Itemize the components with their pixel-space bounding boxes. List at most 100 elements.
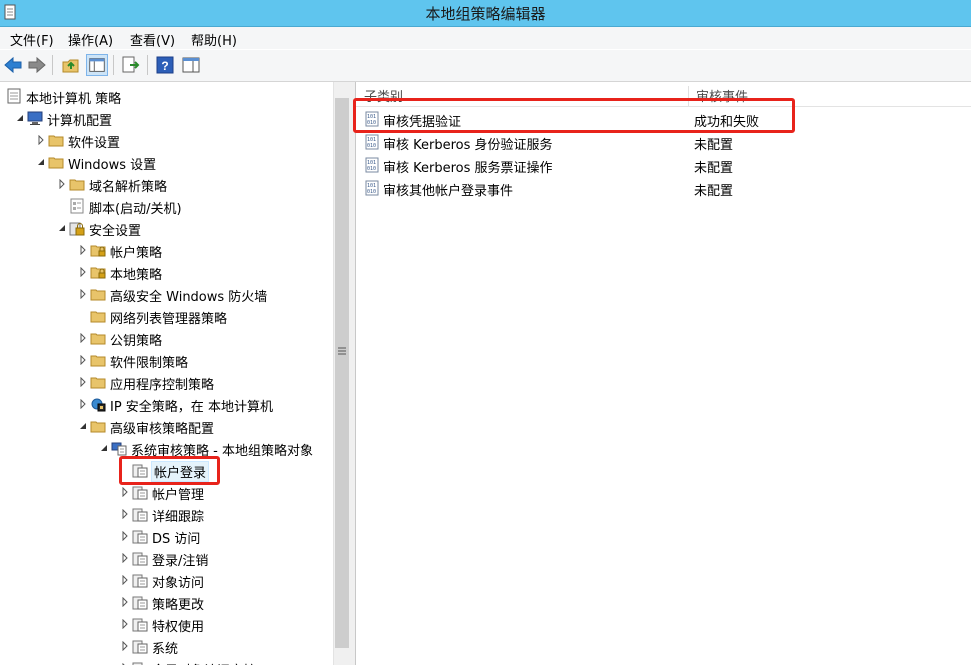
list-item[interactable]: 101 010 审核 Kerberos 身份验证服务 未配置 [356,131,971,153]
up-folder-icon[interactable] [60,54,82,76]
folder-icon [48,157,64,169]
tree-item[interactable]: 帐户管理 [0,481,333,503]
forward-icon[interactable] [26,54,48,76]
tree-expand-arrow-icon[interactable] [79,355,87,365]
tree-expand-arrow-icon[interactable] [121,531,129,541]
tree-item-label: 软件限制策略 [110,356,189,371]
tree-item-label: 系统审核策略 - 本地组策略对象 [131,444,313,459]
list-item-audit-value: 未配置 [694,161,734,176]
tree-item-label: 系统 [152,642,179,657]
tree-collapse-arrow-icon[interactable] [58,223,66,233]
tree-item[interactable]: 帐户策略 [0,239,333,261]
list-item[interactable]: 101 010 审核其他帐户登录事件 未配置 [356,177,971,199]
tree-item-label: 帐户策略 [110,246,163,261]
tree-collapse-arrow-icon[interactable] [16,113,24,123]
list-item[interactable]: 101 010 审核 Kerberos 服务票证操作 未配置 [356,154,971,176]
audit-folder-icon [132,640,148,654]
tree-item[interactable]: DS 访问 [0,525,333,547]
tree-item[interactable]: 高级审核策略配置 [0,415,333,437]
tree-item[interactable]: 公钥策略 [0,327,333,349]
tree-item-label: 脚本(启动/关机) [89,202,182,217]
tree-expand-arrow-icon[interactable] [121,619,129,629]
scrollbar-grip-icon [338,347,346,355]
menu-help[interactable]: 帮助(H) [189,30,239,49]
folder-icon [90,421,106,433]
title-bar: 本地组策略编辑器 [0,0,971,27]
tree-item[interactable]: 系统审核策略 - 本地组策略对象 [0,437,333,459]
audit-folder-icon [132,530,148,544]
window-title: 本地组策略编辑器 [425,5,546,23]
tree-item[interactable]: 域名解析策略 [0,173,333,195]
tree-expand-arrow-icon[interactable] [121,553,129,563]
tree-item[interactable]: 脚本(启动/关机) [0,195,333,217]
tree-expand-arrow-icon[interactable] [79,267,87,277]
tree-collapse-arrow-icon[interactable] [79,421,87,431]
tree-collapse-arrow-icon[interactable] [100,443,108,453]
tree-item-label: 帐户管理 [152,488,205,503]
security-icon [69,222,85,236]
tree-item[interactable]: 系统 [0,635,333,657]
tree-item[interactable]: 软件设置 [0,129,333,151]
tree-item[interactable]: 高级安全 Windows 防火墙 [0,283,333,305]
tree-expand-arrow-icon[interactable] [79,289,87,299]
tree-item-label: 网络列表管理器策略 [110,312,228,327]
tree-expand-arrow-icon[interactable] [121,597,129,607]
computer-icon [27,111,43,125]
tree-vertical-scrollbar[interactable] [333,82,350,665]
audit-folder-icon [132,464,148,478]
tree-item-label: 计算机配置 [47,114,113,129]
column-header-subcategory[interactable]: 子类别 [356,86,689,106]
back-icon[interactable] [2,54,24,76]
menu-file[interactable]: 文件(F) [8,30,56,49]
toolbar-separator [52,55,53,75]
help-icon[interactable]: ? [154,54,176,76]
tree-item[interactable]: 网络列表管理器策略 [0,305,333,327]
audit-policy-item-icon: 101010 [365,157,379,173]
tree-expand-arrow-icon[interactable] [79,377,87,387]
tree-item[interactable]: 应用程序控制策略 [0,371,333,393]
tree-item[interactable]: 对象访问 [0,569,333,591]
tree-expand-arrow-icon[interactable] [121,487,129,497]
folder-icon [90,333,106,345]
scrollbar-thumb[interactable] [335,98,349,648]
folder-icon [90,289,106,301]
menu-bar: 文件(F) 操作(A) 查看(V) 帮助(H) [0,27,971,49]
tree-expand-arrow-icon[interactable] [79,399,87,409]
tree-collapse-arrow-icon[interactable] [37,157,45,167]
tree-item[interactable]: 策略更改 [0,591,333,613]
tree-pane[interactable]: 本地计算机 策略计算机配置 软件设置 Windows 设置域名解析策略 脚本(启动/关… [0,82,333,665]
audit-folder-icon [132,508,148,522]
column-header-audit-events[interactable]: 审核事件 [688,86,971,106]
tree-item[interactable]: IP 安全策略，在 本地计算机 [0,393,333,415]
tree-item[interactable]: 特权使用 [0,613,333,635]
tree-item-label: 域名解析策略 [89,180,168,195]
list-item[interactable]: 101 010 审核凭据验证 成功和失败 [356,108,971,130]
tree-item[interactable]: 软件限制策略 [0,349,333,371]
tree-item-label: 安全设置 [89,224,142,239]
tree-item[interactable]: 全局对象访问审核 [0,657,333,665]
locked-folder-icon [90,267,106,279]
tree-item[interactable]: 帐户登录 [0,459,333,482]
tree-expand-arrow-icon[interactable] [121,641,129,651]
toolbar-separator [113,55,114,75]
tree-expand-arrow-icon[interactable] [79,245,87,255]
export-list-icon[interactable] [120,54,142,76]
tree-expand-arrow-icon[interactable] [79,333,87,343]
tree-expand-arrow-icon[interactable] [121,509,129,519]
tree-item-label: 应用程序控制策略 [110,378,215,393]
tree-expand-arrow-icon[interactable] [37,135,45,145]
properties-view-icon[interactable] [180,54,202,76]
show-tree-icon[interactable] [86,54,108,76]
tree-item[interactable]: 登录/注销 [0,547,333,569]
tree-item[interactable]: 安全设置 [0,217,333,239]
tree-expand-arrow-icon[interactable] [121,575,129,585]
tree-expand-arrow-icon[interactable] [58,179,66,189]
list-item-audit-value: 未配置 [694,184,734,199]
tree-item[interactable]: 详细跟踪 [0,503,333,525]
menu-view[interactable]: 查看(V) [128,30,177,49]
menu-action[interactable]: 操作(A) [66,30,115,49]
tree-item[interactable]: Windows 设置 [0,151,333,173]
tree-item[interactable]: 计算机配置 [0,107,333,129]
tree-item[interactable]: 本地计算机 策略 [0,85,333,107]
tree-item[interactable]: 本地策略 [0,261,333,283]
